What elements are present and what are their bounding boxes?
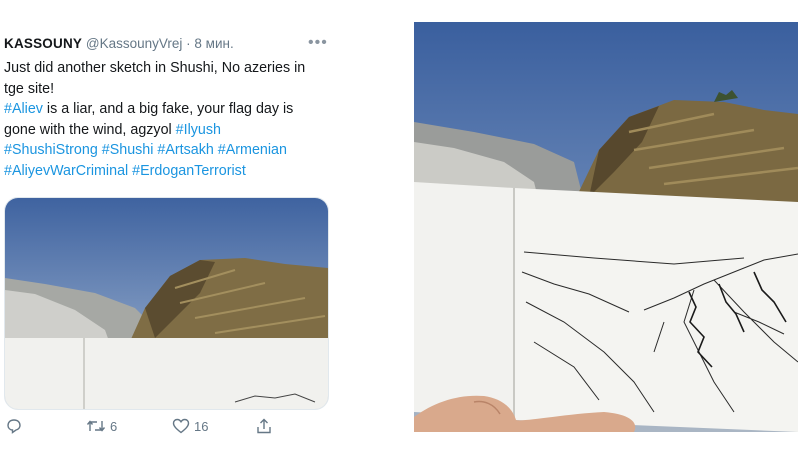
sketch-photo	[414, 22, 798, 432]
hashtag-link[interactable]: #AliyevWarCriminal #ErdoganTerrorist	[4, 163, 246, 179]
header-separator: ·	[186, 36, 191, 51]
hashtag-link[interactable]: #ShushiStrong #Shushi #Artsakh #Armenian	[4, 142, 287, 158]
tweet-text: Just did another sketch in Shushi, No az…	[4, 58, 334, 182]
tweet-text-segment: is a liar, and a big fake, your flag day…	[42, 101, 294, 118]
author-name[interactable]: KASSOUNY	[4, 36, 82, 51]
author-handle[interactable]: @KassounyVrej	[86, 36, 183, 51]
tweet-text-segment: tge site!	[4, 80, 55, 97]
tweet-card[interactable]: KASSOUNY @KassounyVrej · 8 мин. ••• Just…	[0, 0, 340, 450]
reply-button[interactable]	[6, 418, 26, 434]
tweet-time[interactable]: 8 мин.	[194, 36, 233, 51]
tweet-media-image[interactable]	[4, 197, 329, 410]
hashtag-link[interactable]: #Aliev	[4, 101, 43, 117]
retweet-button[interactable]: 6	[86, 418, 117, 434]
like-count: 16	[194, 418, 209, 434]
media-photo	[5, 198, 328, 409]
heart-icon	[172, 418, 190, 434]
tweet-header: KASSOUNY @KassounyVrej · 8 мин.	[4, 36, 234, 51]
share-button[interactable]	[256, 418, 276, 434]
tweet-text-line: #Aliev is a liar, and a big fake, your f…	[4, 99, 334, 120]
retweet-count: 6	[110, 418, 118, 434]
tweet-text-line: Just did another sketch in Shushi, No az…	[4, 58, 334, 79]
sketch-photo-image	[414, 22, 798, 432]
reply-icon	[7, 419, 21, 434]
like-button[interactable]: 16	[172, 418, 208, 434]
tweet-text-line: gone with the wind, agzyol #Ilyush	[4, 120, 334, 141]
tweet-text-line: tge site!	[4, 79, 334, 100]
more-dots-icon[interactable]: •••	[308, 34, 328, 52]
share-icon	[257, 418, 271, 434]
tweet-actions: 6 16	[0, 418, 340, 442]
tweet-text-line: #ShushiStrong #Shushi #Artsakh #Armenian	[4, 140, 334, 161]
hashtag-link[interactable]: #Ilyush	[176, 122, 221, 138]
tweet-text-segment: Just did another sketch in Shushi, No az…	[4, 60, 306, 76]
tweet-text-segment: gone with the wind, agzyol	[4, 121, 176, 138]
retweet-icon	[86, 420, 106, 432]
tweet-text-line: #AliyevWarCriminal #ErdoganTerrorist	[4, 161, 334, 182]
